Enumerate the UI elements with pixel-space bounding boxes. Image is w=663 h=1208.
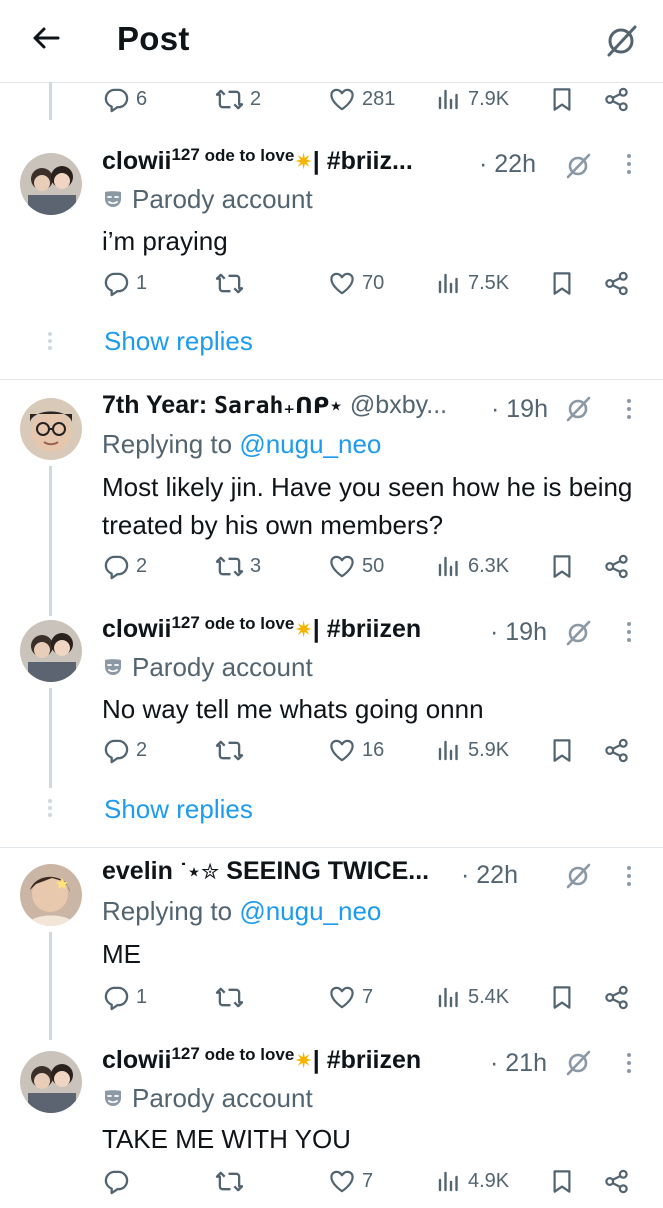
page-title: Post (117, 20, 190, 57)
muted-icon (563, 1047, 593, 1077)
action-bar: 7 4.9K (0, 1168, 663, 1208)
share-button[interactable] (603, 553, 636, 580)
views-button[interactable]: 6.3K (436, 553, 509, 579)
more-options-button[interactable] (627, 866, 633, 890)
like-button[interactable]: 7 (328, 984, 373, 1011)
like-button[interactable]: 16 (328, 737, 384, 764)
mention-link[interactable]: @nugu_neo (239, 429, 381, 459)
reply-button[interactable]: 1 (103, 984, 147, 1011)
divider (0, 379, 663, 380)
repost-button[interactable]: 3 (215, 553, 261, 580)
avatar[interactable] (20, 398, 82, 460)
author-name[interactable]: 7th Year: Sarah₊ᑎᑭ⋆ @bxby... (102, 391, 447, 420)
muted-icon[interactable] (601, 20, 641, 60)
bookmark-button[interactable] (550, 270, 580, 297)
show-replies-link[interactable]: Show replies (104, 326, 253, 357)
more-options-button[interactable] (627, 1053, 633, 1077)
top-bar: Post (0, 0, 663, 83)
post-time: · 21h (490, 1049, 547, 1077)
show-replies-link[interactable]: Show replies (104, 794, 253, 825)
author-name[interactable]: clowii127 ode to love✷| #briiz... (102, 145, 413, 176)
post-text: i’m praying (102, 226, 228, 256)
more-options-button[interactable] (627, 154, 633, 178)
repost-count: 2 (250, 88, 262, 110)
author-name[interactable]: clowii127 ode to love✷| #briizen (102, 613, 421, 644)
repost-button[interactable] (215, 270, 250, 297)
post-text: TAKE ME WITH YOU (102, 1124, 351, 1154)
more-options-button[interactable] (627, 399, 633, 423)
muted-icon (563, 393, 593, 423)
author-name[interactable]: evelin ˙⋆✮ SEEING TWICE... (102, 857, 429, 886)
action-bar: 1 70 7.5K (0, 270, 663, 310)
bookmark-button[interactable] (550, 553, 580, 580)
share-button[interactable] (603, 984, 636, 1011)
replying-to: Replying to @nugu_neo (102, 429, 382, 459)
views-button[interactable]: 5.4K (436, 984, 509, 1010)
parody-mask-icon (102, 1087, 124, 1109)
bookmark-button[interactable] (550, 984, 580, 1011)
action-bar: 2 16 5.9K (0, 737, 663, 777)
post-text: Most likely jin. Have you seen how he is… (102, 472, 633, 540)
parody-mask-icon (102, 188, 124, 210)
avatar[interactable] (20, 864, 82, 926)
back-arrow-icon[interactable] (30, 22, 62, 54)
parody-label: Parody account (102, 652, 313, 683)
like-button[interactable]: 70 (328, 270, 384, 297)
share-button[interactable] (603, 86, 636, 113)
parody-label: Parody account (102, 184, 313, 215)
share-button[interactable] (603, 737, 636, 764)
reply-button[interactable]: 2 (103, 737, 147, 764)
like-button[interactable]: 50 (328, 553, 384, 580)
reply-button[interactable]: 1 (103, 270, 147, 297)
post-time: · 22h (479, 150, 536, 178)
reply-button[interactable]: 2 (103, 553, 147, 580)
like-button[interactable]: 281 (328, 86, 395, 113)
thread-dots (48, 332, 52, 353)
mention-link[interactable]: @nugu_neo (239, 896, 381, 926)
bookmark-button[interactable] (550, 86, 580, 113)
action-bar: 6 2 281 7.9K (0, 86, 663, 126)
bookmark-button[interactable] (550, 737, 580, 764)
post-time: · 19h (490, 618, 547, 646)
views-button[interactable]: 7.5K (436, 270, 509, 296)
post-text: ME (102, 939, 141, 969)
views-button[interactable]: 5.9K (436, 737, 509, 763)
views-count: 7.9K (468, 87, 510, 110)
thread-dots (48, 799, 52, 820)
like-count: 281 (362, 88, 396, 110)
reply-count: 6 (136, 88, 148, 110)
repost-button[interactable] (215, 737, 250, 764)
muted-icon (563, 860, 593, 890)
reply-button[interactable]: 6 (103, 86, 147, 113)
like-button[interactable]: 7 (328, 1168, 373, 1195)
share-button[interactable] (603, 1168, 636, 1195)
avatar[interactable] (20, 1051, 82, 1113)
divider (0, 847, 663, 848)
repost-button[interactable] (215, 1168, 250, 1195)
action-bar: 2 3 50 6.3K (0, 553, 663, 593)
parody-label: Parody account (102, 1083, 313, 1114)
replying-to: Replying to @nugu_neo (102, 896, 382, 926)
more-options-button[interactable] (627, 622, 633, 646)
parody-mask-icon (102, 656, 124, 678)
repost-button[interactable]: 2 (215, 86, 261, 113)
post-text: No way tell me whats going onnn (102, 694, 484, 724)
bookmark-button[interactable] (550, 1168, 580, 1195)
muted-icon (563, 150, 593, 180)
thread-line (49, 466, 52, 616)
action-bar: 1 7 5.4K (0, 984, 663, 1024)
post-time: · 22h (461, 861, 518, 889)
repost-button[interactable] (215, 984, 250, 1011)
author-name[interactable]: clowii127 ode to love✷| #briizen (102, 1044, 421, 1075)
views-button[interactable]: 7.9K (436, 86, 509, 112)
avatar[interactable] (20, 153, 82, 215)
views-button[interactable]: 4.9K (436, 1168, 509, 1194)
share-button[interactable] (603, 270, 636, 297)
avatar[interactable] (20, 620, 82, 682)
muted-icon (563, 617, 593, 647)
post-time: · 19h (491, 395, 548, 423)
reply-button[interactable] (103, 1168, 136, 1195)
